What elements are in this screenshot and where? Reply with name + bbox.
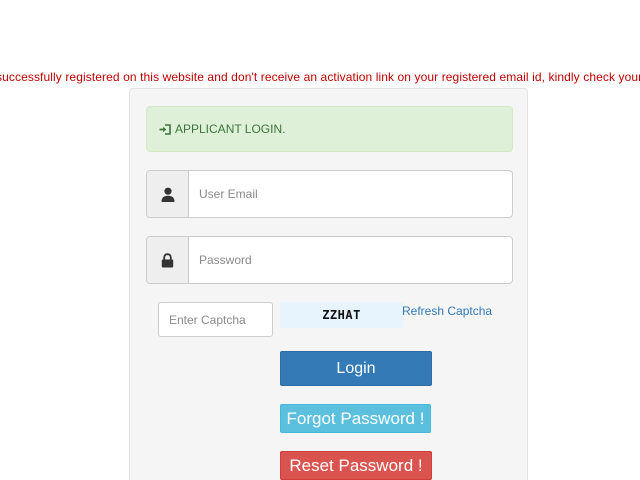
refresh-captcha-link[interactable]: Refresh Captcha bbox=[402, 304, 492, 318]
reset-password-button[interactable]: Reset Password ! bbox=[280, 451, 432, 480]
captcha-image: ZZHAT bbox=[280, 302, 403, 328]
page: successfully registered on this website … bbox=[0, 0, 640, 480]
login-button[interactable]: Login bbox=[280, 351, 432, 386]
forgot-password-button[interactable]: Forgot Password ! bbox=[280, 404, 431, 433]
email-field[interactable] bbox=[189, 171, 512, 217]
registration-notice: successfully registered on this website … bbox=[0, 70, 640, 84]
user-icon bbox=[147, 171, 189, 217]
login-panel: APPLICANT LOGIN. ZZHAT Refresh Capt bbox=[129, 88, 528, 480]
password-field[interactable] bbox=[189, 237, 512, 283]
sign-in-icon bbox=[159, 123, 173, 135]
lock-icon bbox=[147, 237, 189, 283]
applicant-login-alert: APPLICANT LOGIN. bbox=[146, 106, 513, 152]
alert-text: APPLICANT LOGIN. bbox=[175, 122, 286, 136]
captcha-input[interactable] bbox=[158, 302, 273, 337]
email-input-group bbox=[146, 170, 513, 218]
password-input-group bbox=[146, 236, 513, 284]
